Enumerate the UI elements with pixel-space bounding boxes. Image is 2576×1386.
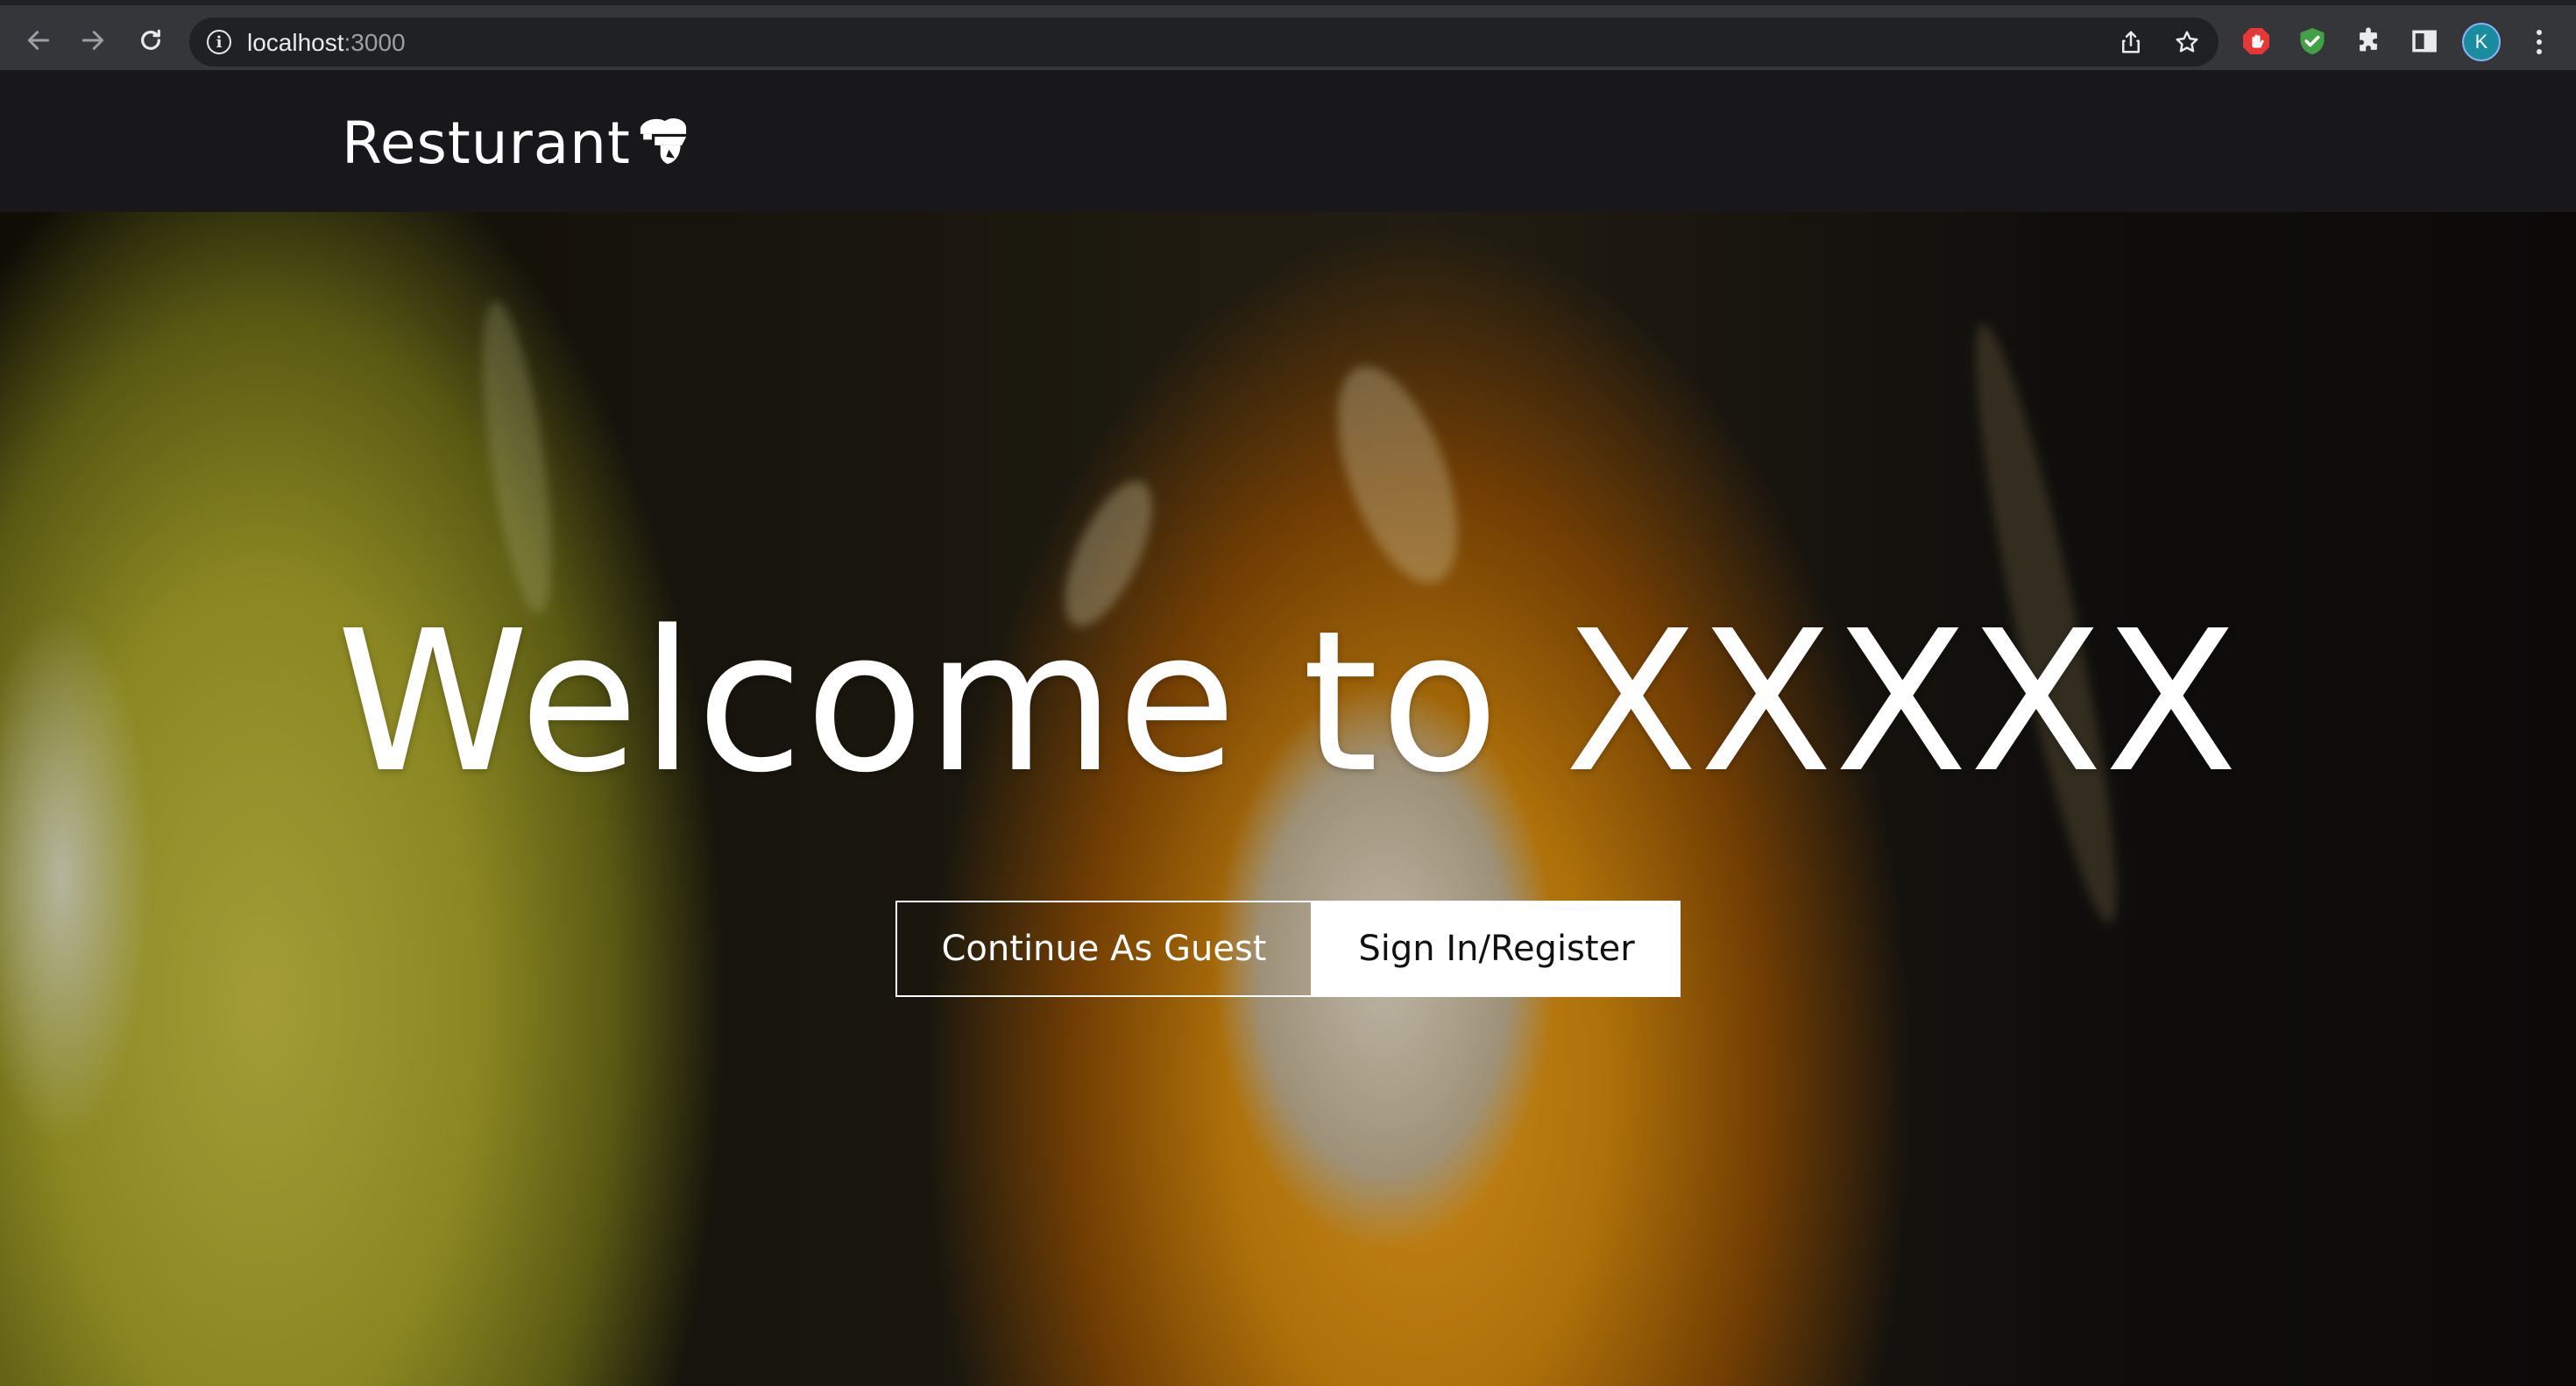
- side-panel-icon[interactable]: [2408, 25, 2441, 58]
- url-host: localhost: [247, 29, 344, 56]
- shield-extension-icon[interactable]: [2296, 25, 2329, 58]
- more-vert-icon[interactable]: [2523, 25, 2555, 60]
- url-text[interactable]: localhost:3000: [247, 30, 406, 56]
- ad-block-extension-icon[interactable]: [2240, 25, 2273, 58]
- chef-hat-icon: [640, 118, 686, 165]
- sign-in-register-button[interactable]: Sign In/Register: [1313, 901, 1681, 997]
- url-port: :3000: [343, 29, 406, 56]
- continue-as-guest-button[interactable]: Continue As Guest: [895, 901, 1313, 997]
- star-icon[interactable]: [2173, 28, 2201, 56]
- brand-link[interactable]: Resturant: [342, 110, 692, 177]
- share-icon[interactable]: [2117, 28, 2145, 56]
- back-arrow-icon[interactable]: [19, 21, 58, 60]
- forward-arrow-icon[interactable]: [74, 21, 112, 60]
- hero-section: Welcome to XXXXX Continue As Guest Sign …: [0, 212, 2576, 1386]
- address-bar[interactable]: i localhost:3000: [189, 18, 2219, 67]
- site-info-icon[interactable]: i: [207, 30, 231, 54]
- reload-icon[interactable]: [131, 21, 170, 60]
- brand-name: Resturant: [342, 109, 631, 177]
- browser-toolbar: i localhost:3000 K: [0, 0, 2576, 70]
- hero-title: Welcome to XXXXX: [336, 590, 2240, 816]
- puzzle-icon[interactable]: [2352, 25, 2385, 58]
- site-header: Resturant: [0, 70, 2576, 212]
- web-page: Resturant Welcome to XXXXX Continue As G…: [0, 70, 2576, 1386]
- hero-actions: Continue As Guest Sign In/Register: [895, 901, 1681, 997]
- profile-avatar[interactable]: K: [2462, 23, 2501, 61]
